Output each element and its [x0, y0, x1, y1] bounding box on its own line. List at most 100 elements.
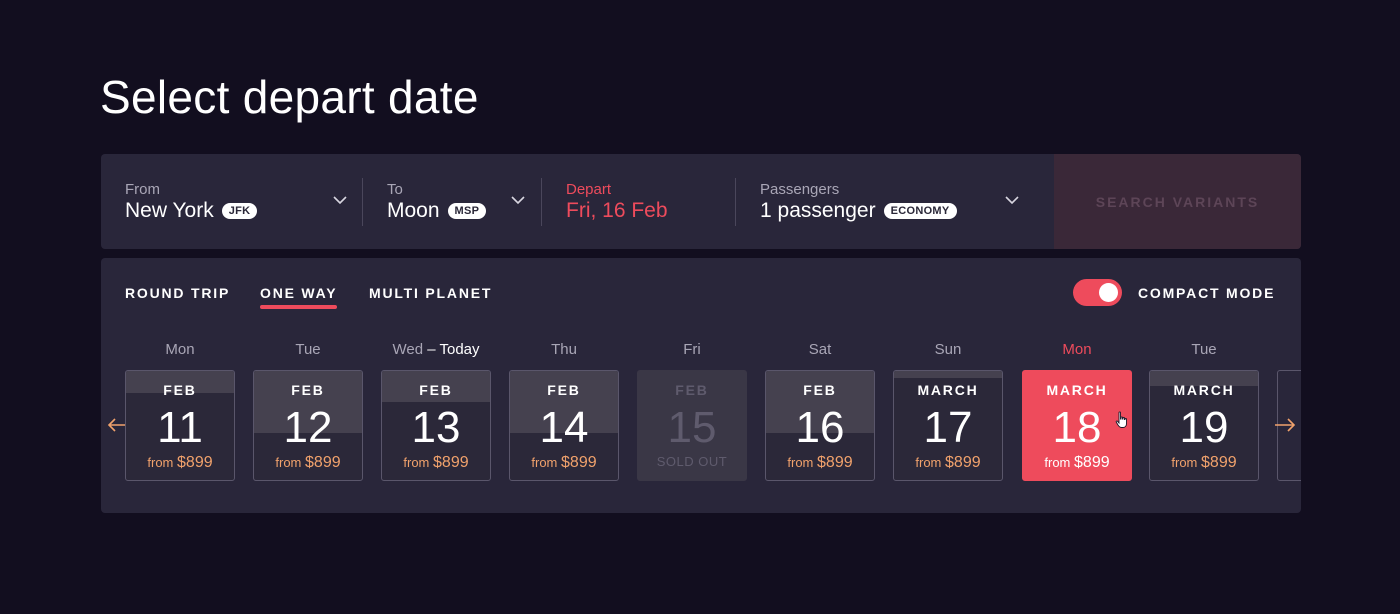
chevron-down-icon[interactable]: [511, 195, 525, 205]
from-airport-badge: JFK: [221, 203, 258, 219]
day-column: Sat FEB 16 from $899: [765, 340, 875, 481]
tab-round-trip[interactable]: ROUND TRIP: [125, 285, 230, 301]
price-label: from $899: [894, 454, 1002, 472]
price-prefix: from: [403, 455, 430, 470]
month-label: FEB: [163, 382, 197, 398]
date-card[interactable]: MARCH 19 from $899: [1149, 370, 1259, 481]
month-label: FEB: [675, 382, 709, 398]
hand-pointer-icon: [1115, 411, 1127, 428]
chevron-down-icon[interactable]: [333, 195, 347, 205]
day-number: 15: [667, 403, 717, 452]
to-airport-badge: MSP: [447, 203, 487, 219]
toggle-knob: [1099, 283, 1118, 302]
chevron-down-icon[interactable]: [1005, 195, 1019, 205]
divider: [541, 178, 542, 226]
price-amount: $899: [1074, 454, 1110, 471]
day-number: 14: [539, 403, 589, 452]
price-amount: $899: [817, 454, 853, 471]
day-column: Sun MARCH 17 from $899: [893, 340, 1003, 481]
sold-out-label: SOLD OUT: [656, 454, 728, 469]
month-label: FEB: [419, 382, 453, 398]
weekday-name: Mon: [165, 341, 195, 358]
date-card[interactable]: FEB 13 from $899: [381, 370, 491, 481]
price-amount: $899: [945, 454, 981, 471]
price-prefix: from: [531, 455, 558, 470]
tab-one-way[interactable]: ONE WAY: [260, 285, 338, 309]
divider: [735, 178, 736, 226]
month-label: FEB: [547, 382, 581, 398]
weekday-label: Tue: [253, 340, 363, 360]
weekday-label: Mon: [1022, 340, 1132, 360]
today-label: – Today: [427, 341, 480, 358]
month-label: FEB: [803, 382, 837, 398]
weekday-name: Sun: [934, 341, 962, 358]
day-column: Mon FEB 11 from $899: [125, 340, 235, 481]
date-card-sold-out: FEB 15 SOLD OUT: [637, 370, 747, 481]
page-title: Select depart date: [100, 71, 479, 123]
weekday-name: Sat: [808, 341, 832, 358]
depart-value: Fri, 16 Feb: [566, 199, 668, 222]
price-prefix: from: [275, 455, 302, 470]
date-picker-panel: ROUND TRIP ONE WAY MULTI PLANET COMPACT …: [101, 258, 1301, 513]
weekday-label: Sat: [765, 340, 875, 360]
search-variants-button[interactable]: SEARCH VARIANTS: [1054, 154, 1301, 249]
to-city: Moon: [387, 199, 440, 222]
tab-multi-planet[interactable]: MULTI PLANET: [369, 285, 492, 301]
day-number: 17: [923, 403, 973, 452]
day-column: Mon MARCH 18 from $899: [1022, 340, 1132, 481]
price-amount: $899: [1201, 454, 1237, 471]
price-prefix: from: [1171, 455, 1198, 470]
compact-mode-toggle[interactable]: [1073, 279, 1122, 306]
month-label: MARCH: [1173, 382, 1235, 398]
date-card[interactable]: FEB 16 from $899: [765, 370, 875, 481]
day-column: Wed – Today FEB 13 from $899: [381, 340, 491, 481]
depart-field[interactable]: Depart Fri, 16 Feb: [566, 154, 726, 249]
weekday-name: Fri: [683, 341, 701, 358]
price-prefix: from: [787, 455, 814, 470]
weekday-name: Mon: [1062, 341, 1092, 358]
month-label: MARCH: [1046, 382, 1108, 398]
month-label: MARCH: [917, 382, 979, 398]
weekday-label: Wed – Today: [381, 340, 491, 360]
date-card[interactable]: MARCH 17 from $899: [893, 370, 1003, 481]
price-amount: $899: [433, 454, 469, 471]
depart-label: Depart: [566, 181, 612, 198]
date-card-selected[interactable]: MARCH 18 from $899: [1022, 370, 1132, 481]
from-field[interactable]: From New York JFK: [125, 154, 353, 249]
date-card[interactable]: FEB 12 from $899: [253, 370, 363, 481]
from-value: New York JFK: [125, 199, 258, 223]
weekday-name: Thu: [551, 341, 577, 358]
day-column: Tue MARCH 19 from $899: [1149, 340, 1259, 481]
price-prefix: from: [147, 455, 174, 470]
weekday-name: Tue: [1191, 341, 1217, 358]
passengers-value: 1 passenger ECONOMY: [760, 199, 957, 223]
to-label: To: [387, 181, 403, 198]
weekday-name: Wed: [392, 341, 424, 358]
price-label: from $899: [1023, 454, 1131, 472]
day-column: Fri FEB 15 SOLD OUT: [637, 340, 747, 481]
arrow-right-icon[interactable]: [1274, 418, 1296, 432]
to-field[interactable]: To Moon MSP: [387, 154, 537, 249]
price-amount: $899: [177, 454, 213, 471]
passengers-field[interactable]: Passengers 1 passenger ECONOMY: [760, 154, 1022, 249]
month-label: FEB: [291, 382, 325, 398]
divider: [362, 178, 363, 226]
day-number: 12: [283, 403, 333, 452]
price-label: from $899: [382, 454, 490, 472]
weekday-label: Tue: [1149, 340, 1259, 360]
price-prefix: from: [1044, 455, 1071, 470]
price-prefix: from: [915, 455, 942, 470]
weekday-label: Sun: [893, 340, 1003, 360]
day-number: 13: [411, 403, 461, 452]
passenger-count: 1 passenger: [760, 199, 876, 222]
date-card[interactable]: FEB 14 from $899: [509, 370, 619, 481]
availability-fill: [894, 371, 1002, 378]
passengers-label: Passengers: [760, 181, 840, 198]
date-card[interactable]: FEB 11 from $899: [125, 370, 235, 481]
price-label: from $899: [510, 454, 618, 472]
price-label: from $899: [254, 454, 362, 472]
day-column: Tue FEB 12 from $899: [253, 340, 363, 481]
compact-mode-label: COMPACT MODE: [1138, 285, 1276, 301]
day-column: Thu FEB 14 from $899: [509, 340, 619, 481]
price-amount: $899: [305, 454, 341, 471]
